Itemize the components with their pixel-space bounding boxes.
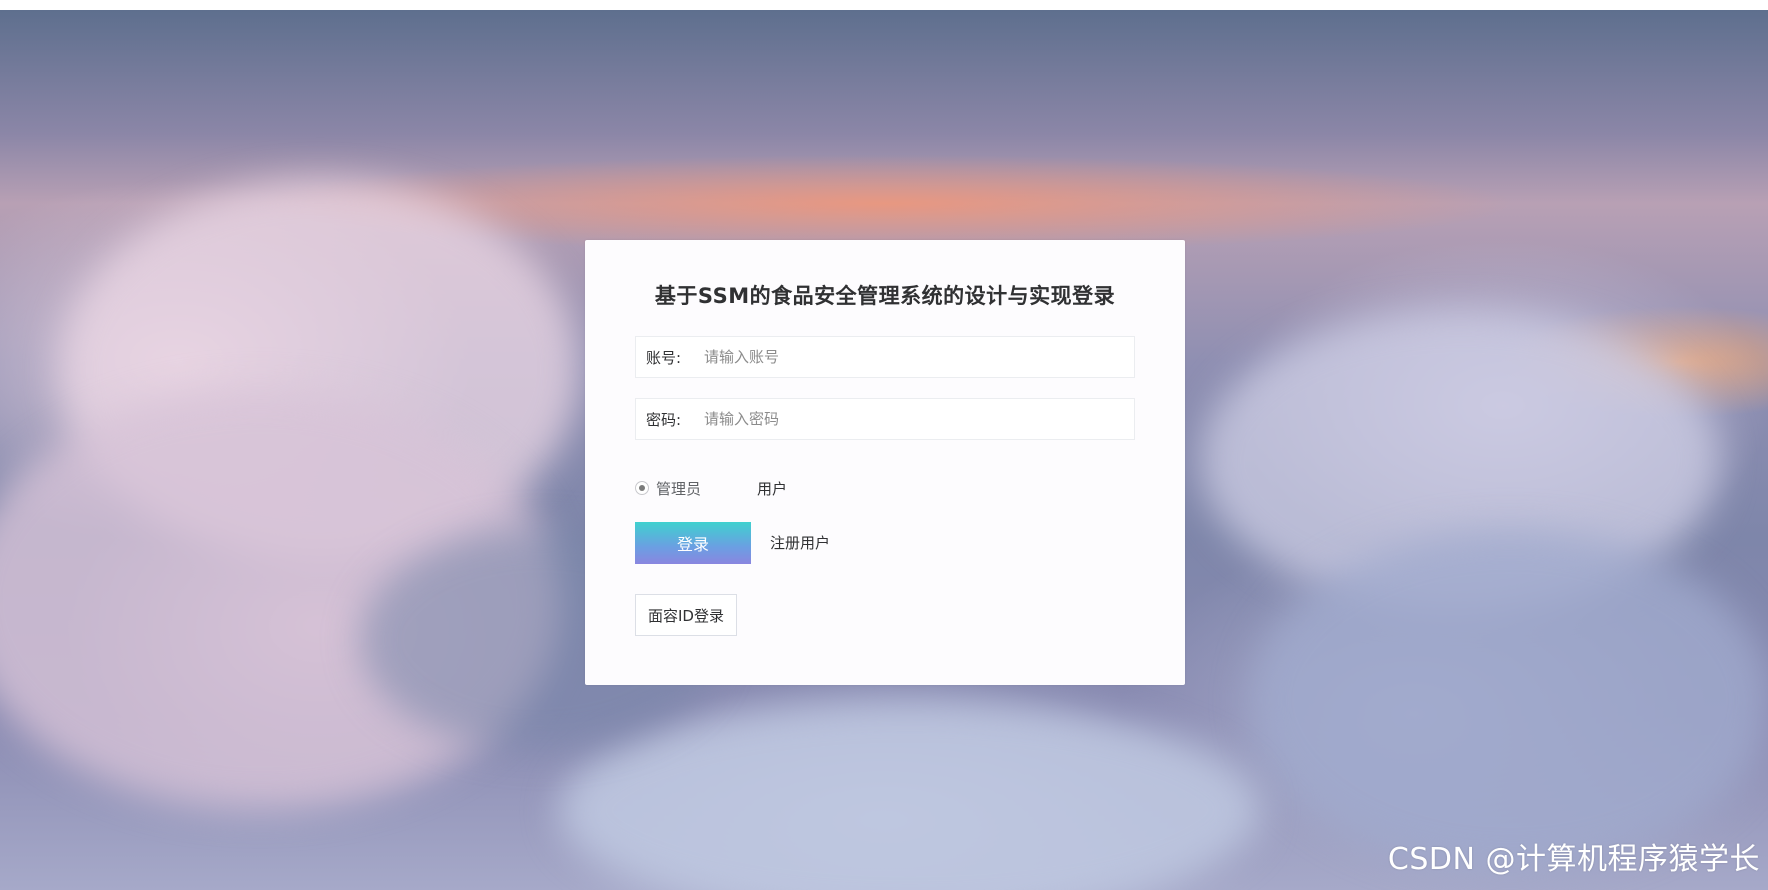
password-input[interactable]: [690, 399, 1134, 439]
role-radio-admin[interactable]: 管理员: [635, 478, 701, 499]
account-label: 账号:: [646, 348, 682, 367]
password-label: 密码:: [646, 410, 682, 429]
login-button[interactable]: 登录: [635, 522, 751, 564]
register-link[interactable]: 注册用户: [770, 532, 830, 553]
role-selector: 管理员 用户: [635, 477, 843, 499]
account-input[interactable]: [690, 337, 1134, 377]
page-title: 基于SSM的食品安全管理系统的设计与实现登录: [654, 284, 1116, 308]
radio-checked-icon: [635, 481, 649, 495]
password-field: 密码:: [635, 398, 1135, 440]
watermark: CSDN @计算机程序猿学长: [1387, 842, 1760, 877]
login-card: 基于SSM的食品安全管理系统的设计与实现登录 账号: 密码: 管理员 用户 登录…: [585, 240, 1185, 685]
role-label-user: 用户: [757, 479, 788, 498]
role-radio-user[interactable]: 用户: [757, 478, 787, 499]
role-label-admin: 管理员: [656, 479, 702, 498]
face-id-login-button[interactable]: 面容ID登录: [635, 594, 737, 636]
cloud-decoration: [560, 700, 1260, 890]
background-sky: 基于SSM的食品安全管理系统的设计与实现登录 账号: 密码: 管理员 用户 登录…: [0, 10, 1768, 890]
account-field: 账号:: [635, 336, 1135, 378]
cloud-decoration: [1250, 530, 1768, 870]
